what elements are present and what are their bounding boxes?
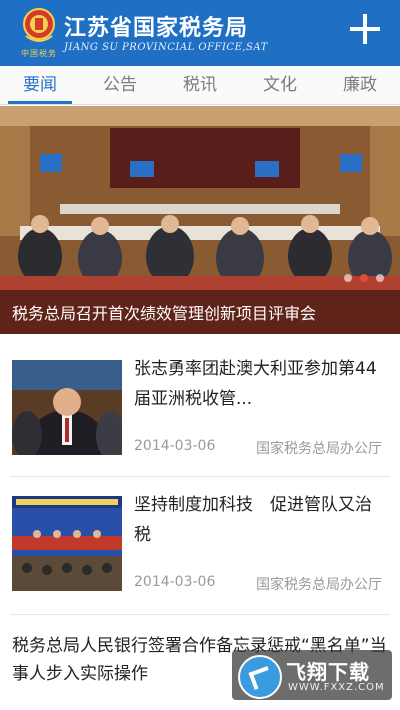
hero-caption[interactable]: 税务总局召开首次绩效管理创新项目评审会 — [12, 300, 316, 324]
carousel-dot-active[interactable] — [360, 274, 368, 282]
news-title: 坚持制度加科技 促进管队又治税 — [134, 495, 372, 545]
page-subtitle: JIANG SU PROVINCIAL OFFICE,SAT — [64, 42, 268, 53]
news-thumbnail — [12, 496, 122, 591]
page-title: 江苏省国家税务局 — [64, 16, 249, 41]
add-button[interactable] — [350, 14, 380, 44]
news-date: 2014-03-06 — [134, 438, 216, 454]
watermark: 飞翔下载 WWW.FXXZ.COM — [232, 650, 392, 700]
news-title: 张志勇率团赴澳大利亚参加第44届亚洲税收管... — [134, 359, 377, 409]
divider — [10, 476, 390, 477]
carousel-indicator — [344, 274, 384, 282]
list-item[interactable]: 张志勇率团赴澳大利亚参加第44届亚洲税收管... 2014-03-06 国家税务… — [0, 342, 400, 472]
category-tabs: 要闻 公告 税讯 文化 廉政 — [0, 66, 400, 105]
emblem-caption: 中国税务 — [21, 49, 57, 58]
tab-news[interactable]: 要闻 — [0, 66, 80, 104]
carousel-dot[interactable] — [344, 274, 352, 282]
tab-integrity[interactable]: 廉政 — [320, 66, 400, 104]
news-date: 2014-03-06 — [134, 574, 216, 590]
tax-emblem-icon — [23, 8, 55, 42]
tab-culture[interactable]: 文化 — [240, 66, 320, 104]
tab-tax-news[interactable]: 税讯 — [160, 66, 240, 104]
news-thumbnail — [12, 360, 122, 455]
divider — [10, 614, 390, 615]
watermark-text: 飞翔下载 — [286, 660, 370, 684]
carousel-dot[interactable] — [376, 274, 384, 282]
watermark-logo-icon — [238, 655, 282, 699]
news-source: 国家税务总局办公厅 — [256, 441, 382, 457]
list-item[interactable]: 坚持制度加科技 促进管队又治税 2014-03-06 国家税务总局办公厅 — [0, 478, 400, 608]
tab-announcements[interactable]: 公告 — [80, 66, 160, 104]
watermark-url: WWW.FXXZ.COM — [288, 682, 385, 693]
hero-carousel[interactable]: 税务总局召开首次绩效管理创新项目评审会 — [0, 106, 400, 334]
app-header: 中国税务 江苏省国家税务局 JIANG SU PROVINCIAL OFFICE… — [0, 0, 400, 66]
news-source: 国家税务总局办公厅 — [256, 577, 382, 593]
